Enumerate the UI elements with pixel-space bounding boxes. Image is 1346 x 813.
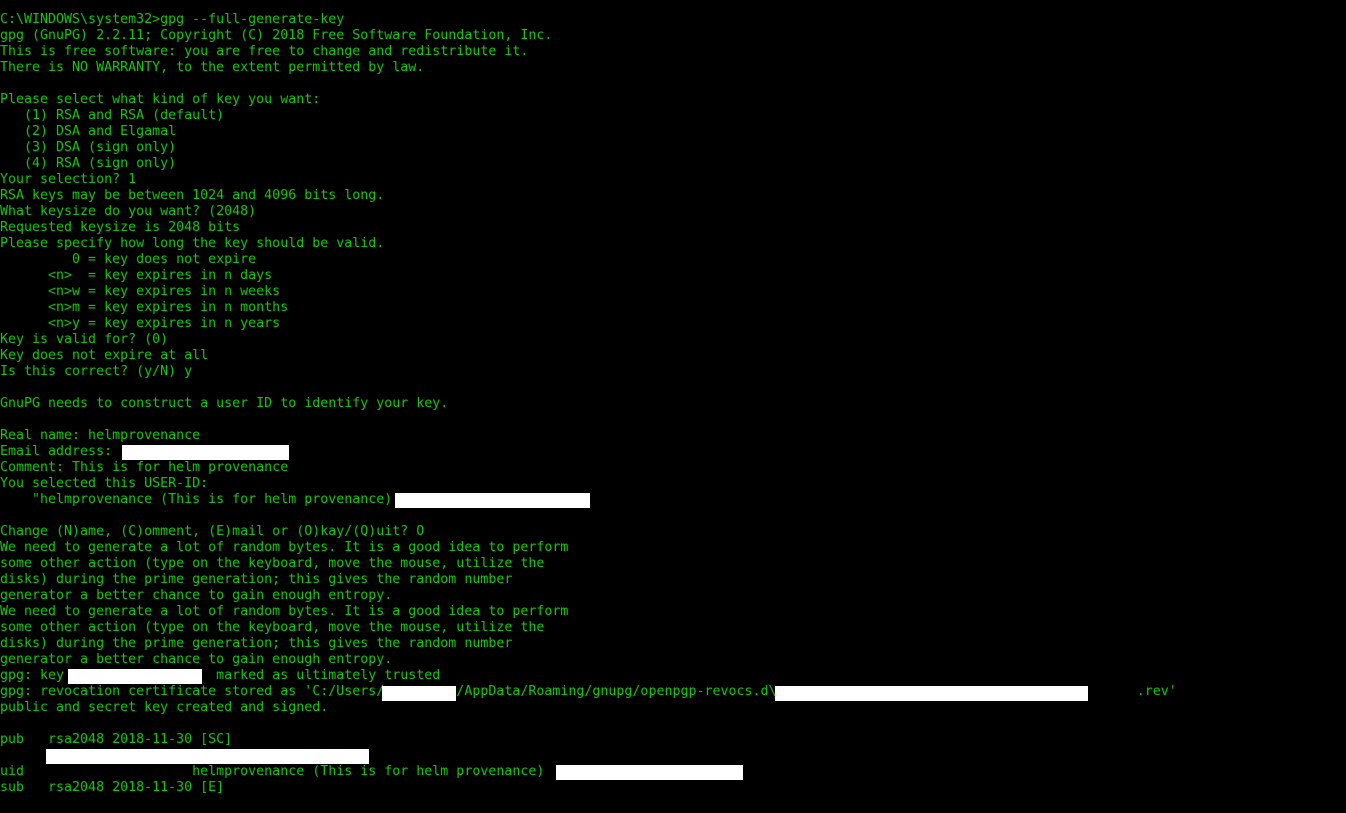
console-line: We need to generate a lot of random byte… xyxy=(0,540,569,555)
email-address-redaction xyxy=(122,445,289,460)
console-line: This is free software: you are free to c… xyxy=(0,44,529,59)
console-line: Please specify how long the key should b… xyxy=(0,236,385,251)
user-id-email-redaction xyxy=(395,493,590,508)
console-line: What keysize do you want? (2048) xyxy=(0,204,257,219)
console-line: C:\WINDOWS\system32>gpg --full-generate-… xyxy=(0,12,345,27)
console-line: some other action (type on the keyboard,… xyxy=(0,556,545,571)
console-line: "helmprovenance (This is for helm proven… xyxy=(0,492,401,507)
console-line: (3) DSA (sign only) xyxy=(0,140,177,155)
key-fingerprint-redaction xyxy=(68,669,202,684)
console-line: There is NO WARRANTY, to the extent perm… xyxy=(0,60,425,75)
console-line: RSA keys may be between 1024 and 4096 bi… xyxy=(0,188,385,203)
console-line: Key does not expire at all xyxy=(0,348,209,363)
console-line: Please select what kind of key you want: xyxy=(0,92,321,107)
pub-fingerprint-redaction xyxy=(46,749,369,764)
console-line: disks) during the prime generation; this… xyxy=(0,636,513,651)
console-line: generator a better chance to gain enough… xyxy=(0,588,393,603)
console-line: Comment: This is for helm provenance xyxy=(0,460,289,475)
console-line: generator a better chance to gain enough… xyxy=(0,652,393,667)
console-line: disks) during the prime generation; this… xyxy=(0,572,513,587)
username-path-redaction xyxy=(382,686,456,701)
console-line: some other action (type on the keyboard,… xyxy=(0,620,545,635)
console-line: (1) RSA and RSA (default) xyxy=(0,108,225,123)
console-line: <n>w = key expires in n weeks xyxy=(0,284,281,299)
console-line: <n>y = key expires in n years xyxy=(0,316,281,331)
console-line: sub rsa2048 2018-11-30 [E] xyxy=(0,780,225,795)
console-line: Key is valid for? (0) xyxy=(0,332,169,347)
console-line: (2) DSA and Elgamal xyxy=(0,124,177,139)
console-line: <n>m = key expires in n months xyxy=(0,300,289,315)
terminal-bottom-padding xyxy=(0,801,1346,813)
console-line: You selected this USER-ID: xyxy=(0,476,209,491)
console-line: Real name: helmprovenance xyxy=(0,428,201,443)
console-line: We need to generate a lot of random byte… xyxy=(0,604,569,619)
console-line: public and secret key created and signed… xyxy=(0,700,329,715)
terminal-window[interactable]: C:\WINDOWS\system32>gpg --full-generate-… xyxy=(0,0,1346,813)
console-line: gpg: revocation certificate stored as 'C… xyxy=(0,684,1177,699)
console-line: 0 = key does not expire xyxy=(0,252,257,267)
console-line: Is this correct? (y/N) y xyxy=(0,364,193,379)
console-line: (4) RSA (sign only) xyxy=(0,156,177,171)
console-line: GnuPG needs to construct a user ID to id… xyxy=(0,396,449,411)
console-line: Your selection? 1 xyxy=(0,172,137,187)
console-line: Requested keysize is 2048 bits xyxy=(0,220,241,235)
revoke-filename-redaction xyxy=(775,686,1088,701)
console-line: Change (N)ame, (C)omment, (E)mail or (O)… xyxy=(0,524,425,539)
console-line: pub rsa2048 2018-11-30 [SC] xyxy=(0,732,233,747)
console-line: <n> = key expires in n days xyxy=(0,268,273,283)
uid-email-redaction xyxy=(556,765,743,780)
console-line: gpg (GnuPG) 2.2.11; Copyright (C) 2018 F… xyxy=(0,28,553,43)
